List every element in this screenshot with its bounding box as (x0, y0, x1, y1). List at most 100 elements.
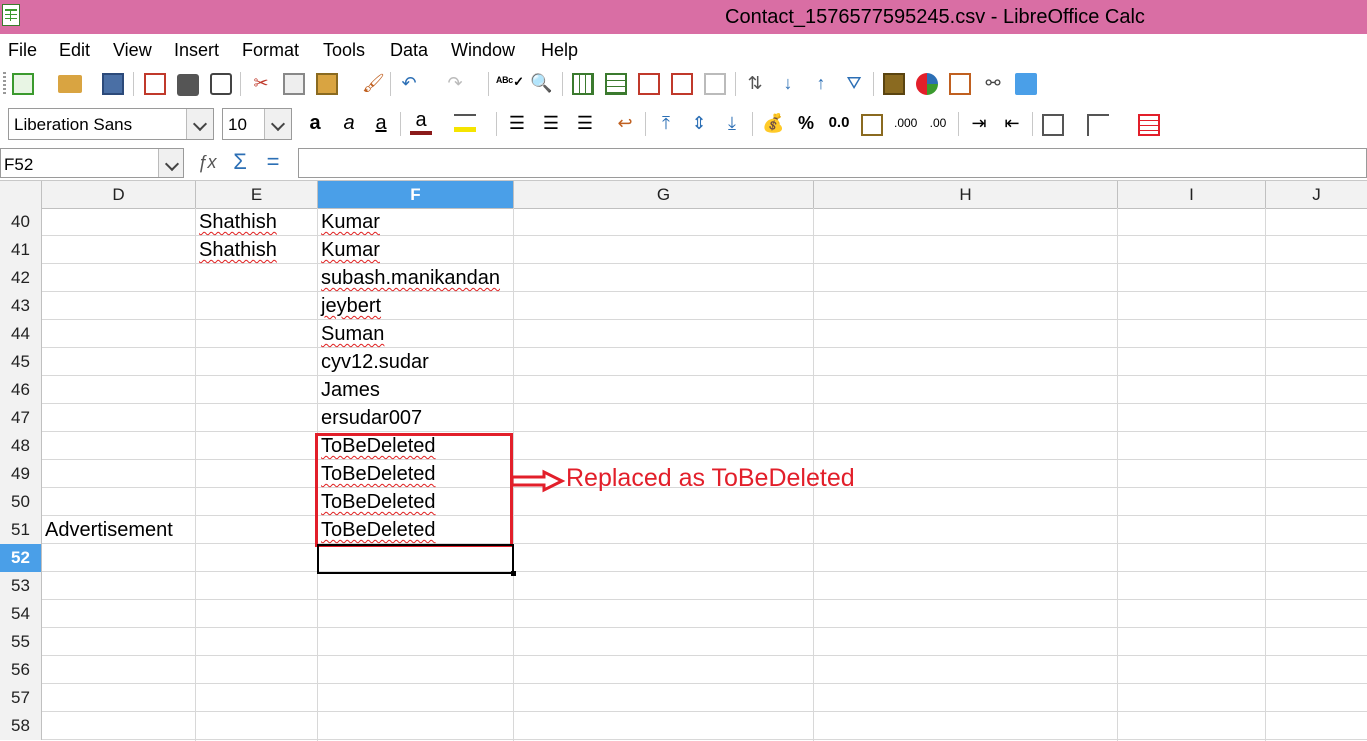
align-right-icon[interactable]: ☰ (574, 112, 596, 134)
delete-decimal-icon[interactable]: .00 (927, 112, 949, 134)
column-header-d[interactable]: D (42, 181, 196, 208)
row-header[interactable]: 49 (0, 460, 42, 488)
row-header[interactable]: 56 (0, 656, 42, 684)
menu-format[interactable]: Format (242, 40, 299, 61)
cell-e[interactable] (199, 376, 317, 404)
cell-d[interactable] (45, 684, 195, 712)
percent-format-icon[interactable]: % (795, 112, 817, 134)
cell-d[interactable] (45, 236, 195, 264)
cell-e[interactable]: Shathish (199, 236, 317, 264)
row-header[interactable]: 42 (0, 264, 42, 292)
row-header[interactable]: 55 (0, 628, 42, 656)
column-header-h[interactable]: H (814, 181, 1118, 208)
cell-f[interactable] (321, 712, 513, 740)
underline-icon[interactable]: a (370, 112, 392, 134)
menu-help[interactable]: Help (541, 40, 578, 61)
insert-chart-icon[interactable] (916, 73, 938, 95)
cell-e[interactable] (199, 628, 317, 656)
cell-d[interactable] (45, 432, 195, 460)
row-header[interactable]: 47 (0, 404, 42, 432)
center-vertically-icon[interactable]: ⇕ (688, 112, 710, 134)
print-icon[interactable] (177, 74, 199, 96)
align-center-icon[interactable]: ☰ (540, 112, 562, 134)
autofilter-icon[interactable]: ⛛ (843, 72, 865, 94)
save-icon[interactable] (102, 73, 124, 95)
row-header[interactable]: 54 (0, 600, 42, 628)
cell-d[interactable] (45, 208, 195, 236)
menu-insert[interactable]: Insert (174, 40, 219, 61)
font-color-icon[interactable]: a (410, 109, 432, 135)
align-bottom-icon[interactable]: ⤓ (721, 112, 743, 134)
pivot-table-icon[interactable] (949, 73, 971, 95)
cell-e[interactable] (199, 264, 317, 292)
font-size-dropdown[interactable] (264, 109, 291, 139)
cell-d[interactable] (45, 264, 195, 292)
row-header[interactable]: 57 (0, 684, 42, 712)
cell-f[interactable] (321, 684, 513, 712)
paste-icon[interactable] (316, 73, 338, 95)
cell-e[interactable] (199, 320, 317, 348)
row-header[interactable]: 40 (0, 208, 42, 236)
font-name-dropdown[interactable] (186, 109, 213, 139)
italic-icon[interactable]: a (338, 112, 360, 134)
row-header[interactable]: 50 (0, 488, 42, 516)
align-left-icon[interactable]: ☰ (506, 112, 528, 134)
row-header[interactable]: 43 (0, 292, 42, 320)
row-header[interactable]: 48 (0, 432, 42, 460)
row-header[interactable]: 51 (0, 516, 42, 544)
highlight-color-icon[interactable] (454, 114, 476, 132)
borders-icon[interactable] (1042, 114, 1064, 136)
toolbar-grip[interactable] (3, 72, 6, 96)
cell-e[interactable] (199, 348, 317, 376)
cell-e[interactable] (199, 656, 317, 684)
font-size-combobox[interactable]: 10 (222, 108, 292, 140)
formula-icon[interactable]: = (262, 151, 284, 173)
function-wizard-icon[interactable]: ƒx (196, 151, 218, 173)
formula-input[interactable] (298, 148, 1367, 178)
spelling-icon[interactable]: ᴬᴮᶜ✓ (496, 71, 524, 93)
find-replace-icon[interactable]: 🔍 (530, 72, 552, 94)
copy-icon[interactable] (283, 73, 305, 95)
cell-e[interactable]: Shathish (199, 208, 317, 236)
row-header[interactable]: 52 (0, 544, 42, 572)
column-icon[interactable] (605, 73, 627, 95)
cell-f[interactable] (321, 628, 513, 656)
delete-columns-icon[interactable] (671, 73, 693, 95)
menu-file[interactable]: File (8, 40, 37, 61)
cell-f[interactable] (321, 656, 513, 684)
calc-app-icon[interactable] (2, 4, 20, 26)
cell-f[interactable]: cyv12.sudar (321, 348, 513, 376)
cell-e[interactable] (199, 460, 317, 488)
cell-d[interactable] (45, 600, 195, 628)
cell-f[interactable]: Suman (321, 320, 513, 348)
border-style-icon[interactable] (1087, 114, 1109, 136)
cell-f[interactable]: Kumar (321, 208, 513, 236)
insert-image-icon[interactable] (883, 73, 905, 95)
name-box[interactable]: F52 (0, 148, 184, 178)
number-format-icon[interactable]: 0.0 (826, 112, 852, 134)
cell-e[interactable] (199, 572, 317, 600)
row-header[interactable]: 45 (0, 348, 42, 376)
cell-f[interactable]: jeybert (321, 292, 513, 320)
cell-d[interactable] (45, 460, 195, 488)
merge-cells-icon[interactable] (704, 73, 726, 95)
cell-e[interactable] (199, 488, 317, 516)
cell-f[interactable]: James (321, 376, 513, 404)
undo-icon[interactable]: ↶ (398, 72, 420, 94)
cut-icon[interactable]: ✂ (250, 72, 272, 94)
cell-d[interactable] (45, 320, 195, 348)
conditional-format-icon[interactable] (1138, 114, 1160, 136)
font-name-combobox[interactable]: Liberation Sans (8, 108, 214, 140)
cell-d[interactable] (45, 404, 195, 432)
cell-e[interactable] (199, 684, 317, 712)
menu-edit[interactable]: Edit (59, 40, 90, 61)
cell-d[interactable] (45, 376, 195, 404)
row-header[interactable]: 53 (0, 572, 42, 600)
cell-e[interactable] (199, 404, 317, 432)
menu-view[interactable]: View (113, 40, 152, 61)
cell-e[interactable] (199, 516, 317, 544)
print-preview-icon[interactable] (210, 73, 232, 95)
decrease-indent-icon[interactable]: ⇤ (1001, 112, 1023, 134)
clone-formatting-icon[interactable]: 🖌 (362, 72, 385, 94)
cell-cursor[interactable] (317, 544, 516, 576)
